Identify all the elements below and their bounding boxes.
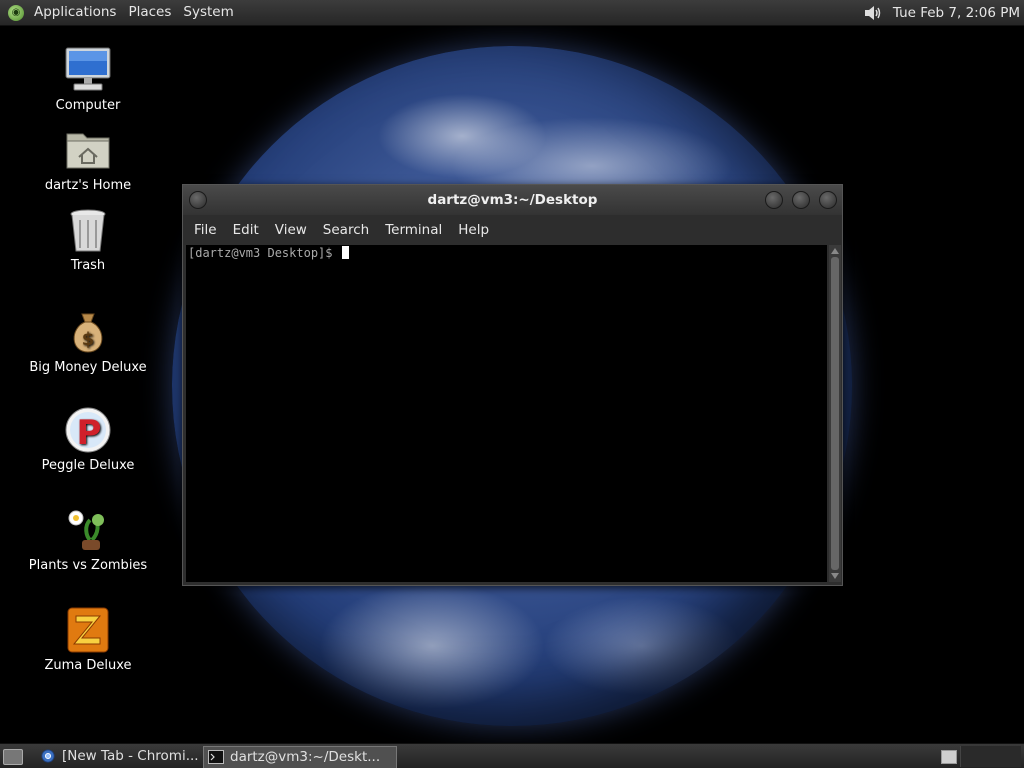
- menu-view[interactable]: View: [268, 222, 316, 238]
- computer-icon: [64, 46, 112, 94]
- terminal-output[interactable]: [dartz@vm3 Desktop]$: [186, 245, 827, 582]
- show-desktop-icon[interactable]: [3, 749, 23, 765]
- minimize-button[interactable]: [765, 191, 783, 209]
- terminal-menubar: File Edit View Search Terminal Help: [183, 215, 842, 245]
- taskbar-item-terminal[interactable]: dartz@vm3:~/Deskt...: [203, 746, 397, 768]
- scroll-up-arrow-icon[interactable]: [831, 248, 839, 254]
- desktop-icon-label: dartz's Home: [44, 178, 132, 193]
- top-panel: ◉ Applications Places System Tue Feb 7, …: [0, 0, 1024, 26]
- scrollbar-thumb[interactable]: [831, 257, 839, 570]
- prompt-line: [dartz@vm3 Desktop]$: [188, 246, 349, 260]
- desktop-icon-label: Zuma Deluxe: [44, 658, 132, 673]
- taskbar-item-chromium[interactable]: [New Tab - Chromi...: [36, 746, 222, 767]
- close-button[interactable]: [819, 191, 837, 209]
- shell-prompt: [dartz@vm3 Desktop]$: [188, 246, 333, 260]
- task-label: [New Tab - Chromi...: [62, 748, 199, 764]
- places-menu[interactable]: Places: [122, 0, 177, 25]
- workspace-area[interactable]: [960, 746, 1021, 767]
- terminal-window[interactable]: dartz@vm3:~/Desktop File Edit View Searc…: [182, 184, 843, 586]
- menu-edit[interactable]: Edit: [226, 222, 268, 238]
- terminal-icon: [208, 750, 224, 764]
- bottom-panel: [New Tab - Chromi... dartz@vm3:~/Deskt..…: [0, 743, 1024, 768]
- desktop-icon-label: Trash: [70, 258, 106, 273]
- menu-file[interactable]: File: [187, 222, 226, 238]
- desktop-icon-label: Peggle Deluxe: [41, 458, 135, 473]
- desktop-icon-plants-vs-zombies[interactable]: Plants vs Zombies: [18, 506, 158, 573]
- clock[interactable]: Tue Feb 7, 2:06 PM: [893, 5, 1020, 21]
- desktop-icon-label: Computer: [55, 98, 121, 113]
- desktop-icon-home[interactable]: dartz's Home: [18, 126, 158, 193]
- desktop-icon-trash[interactable]: Trash: [18, 206, 158, 273]
- menu-search[interactable]: Search: [316, 222, 378, 238]
- desktop-icon-big-money[interactable]: $ Big Money Deluxe: [18, 308, 158, 375]
- scroll-down-arrow-icon[interactable]: [831, 573, 839, 579]
- task-label: dartz@vm3:~/Deskt...: [230, 749, 381, 765]
- chromium-icon: [41, 749, 55, 763]
- system-menu[interactable]: System: [177, 0, 239, 25]
- desktop-icon-label: Plants vs Zombies: [28, 558, 148, 573]
- money-bag-icon: $: [64, 308, 112, 356]
- svg-text:P: P: [77, 413, 102, 453]
- applications-menu[interactable]: Applications: [28, 0, 122, 25]
- menu-help[interactable]: Help: [451, 222, 498, 238]
- svg-text:$: $: [82, 329, 95, 350]
- window-titlebar[interactable]: dartz@vm3:~/Desktop: [183, 185, 842, 215]
- main-menu-bar: ◉ Applications Places System: [0, 0, 240, 25]
- desktop-icon-peggle[interactable]: P Peggle Deluxe: [18, 406, 158, 473]
- gnome-logo-icon[interactable]: ◉: [8, 4, 24, 21]
- window-title: dartz@vm3:~/Desktop: [427, 192, 598, 208]
- zuma-icon: [64, 606, 112, 654]
- menu-terminal[interactable]: Terminal: [378, 222, 451, 238]
- desktop-icon-zuma[interactable]: Zuma Deluxe: [18, 606, 158, 673]
- desktop-icon-label: Big Money Deluxe: [29, 360, 147, 375]
- trash-icon: [64, 206, 112, 254]
- desktop-icon-computer[interactable]: Computer: [18, 46, 158, 113]
- plant-icon: [64, 506, 112, 554]
- workspace-switcher[interactable]: [941, 750, 957, 764]
- notification-area: Tue Feb 7, 2:06 PM: [863, 5, 1024, 21]
- speaker-icon[interactable]: [863, 5, 883, 21]
- home-folder-icon: [64, 126, 112, 174]
- peggle-icon: P: [64, 406, 112, 454]
- maximize-button[interactable]: [792, 191, 810, 209]
- text-cursor: [341, 246, 349, 259]
- vertical-scrollbar[interactable]: [829, 245, 841, 582]
